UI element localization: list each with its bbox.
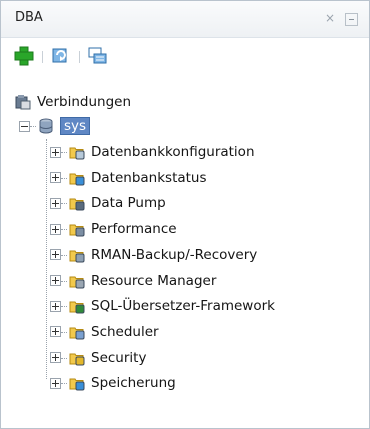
refresh-icon (52, 48, 67, 63)
add-connection-button[interactable] (13, 45, 35, 67)
expand-toggle[interactable] (50, 223, 61, 235)
tree-root-label: Verbindungen (37, 94, 132, 110)
expand-toggle[interactable] (50, 352, 61, 364)
close-icon[interactable]: × (323, 11, 337, 25)
folder-datapump-icon (69, 195, 85, 211)
tree-item-label: Performance (91, 221, 177, 238)
expand-toggle[interactable] (50, 275, 61, 286)
tree-item-label: Datenbankkonfiguration (91, 144, 255, 160)
folder-sql-icon (69, 298, 85, 314)
tree-guide-line (46, 139, 48, 379)
folder-storage-icon (69, 375, 85, 391)
connections-icon (15, 94, 31, 110)
tree-item-label: RMAN-Backup/-Recovery (91, 246, 258, 263)
tree-item-label: Data Pump (91, 195, 166, 212)
tree-item-label: Security (91, 349, 147, 366)
plus-icon (14, 46, 34, 66)
tree-item-label: Resource Manager (91, 272, 217, 289)
tree-item[interactable]: Performance (50, 218, 177, 240)
expand-toggle[interactable] (50, 197, 61, 209)
tree-item[interactable]: SQL-Übersetzer-Framework (50, 295, 275, 317)
dba-panel: DBA × Verbindungen sys Datenbankkonfigur… (0, 0, 370, 429)
folder-status-icon (69, 170, 85, 186)
expand-toggle[interactable] (50, 300, 61, 312)
collapse-toggle[interactable] (19, 120, 30, 132)
performance-icon (69, 221, 85, 237)
tree-connection-label: sys (60, 117, 91, 135)
toolbar (1, 38, 369, 74)
expand-toggle[interactable] (50, 326, 61, 338)
folder-config-icon (69, 144, 85, 160)
folder-security-icon (69, 350, 85, 366)
tree-connection-sys[interactable]: sys (19, 115, 91, 137)
tree-item[interactable]: Security (50, 347, 146, 369)
filter-button[interactable] (87, 45, 109, 67)
database-icon (38, 118, 54, 134)
panel-title-bar: DBA × (1, 1, 369, 38)
tree-item[interactable]: Resource Manager (50, 270, 216, 292)
tree-item-label: SQL-Übersetzer-Framework (91, 298, 275, 315)
minimize-icon[interactable] (345, 13, 358, 26)
toolbar-separator (42, 51, 43, 63)
tree-item[interactable]: Datenbankkonfiguration (50, 141, 255, 163)
tree-item-label: Datenbankstatus (91, 169, 207, 186)
tree-item-label: Speicherung (91, 375, 176, 392)
folder-rman-icon (69, 247, 85, 263)
filter-icon (88, 47, 107, 64)
refresh-button[interactable] (50, 45, 72, 67)
expand-toggle[interactable] (50, 249, 61, 261)
panel-title: DBA (15, 10, 43, 25)
folder-scheduler-icon (69, 324, 85, 340)
tree-item[interactable]: Data Pump (50, 192, 166, 214)
tree-item[interactable]: Scheduler (50, 321, 159, 343)
toolbar-separator (79, 51, 80, 63)
folder-resource-icon (69, 273, 85, 289)
expand-toggle[interactable] (50, 146, 61, 158)
expand-toggle[interactable] (50, 377, 61, 389)
tree-item[interactable]: Speicherung (50, 372, 176, 394)
expand-toggle[interactable] (50, 172, 61, 184)
tree-root-connections[interactable]: Verbindungen (15, 91, 131, 113)
tree-item[interactable]: Datenbankstatus (50, 167, 207, 189)
tree-item[interactable]: RMAN-Backup/-Recovery (50, 244, 257, 266)
tree-item-label: Scheduler (91, 323, 159, 340)
